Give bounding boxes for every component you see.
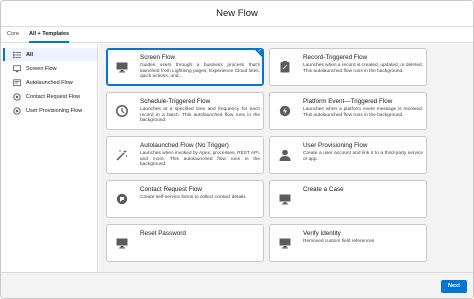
tab-core[interactable]: Core <box>7 27 19 43</box>
card-contact-request-flow[interactable]: Contact Request Flow Create self-service… <box>106 180 264 218</box>
card-description: Guides users through a business process … <box>140 63 260 80</box>
sidebar-item-label: Autolaunched Flow <box>26 79 73 86</box>
contact-request-icon <box>13 92 21 101</box>
card-schedule-triggered-flow[interactable]: Schedule-Triggered Flow Launches at a sp… <box>106 92 264 130</box>
sidebar-item-label: Screen Flow <box>26 65 57 72</box>
card-title: Verify Identity <box>303 230 341 237</box>
sidebar-item-contact-request-flow[interactable]: Contact Request Flow <box>3 90 97 103</box>
card-description: Launches at a specified time and frequen… <box>140 107 260 124</box>
platform-event-icon <box>279 105 291 117</box>
card-user-provisioning-flow[interactable]: User Provisioning Flow Create a user acc… <box>269 136 427 174</box>
sidebar-item-autolaunched-flow[interactable]: Autolaunched Flow <box>3 76 97 89</box>
modal-header: New Flow <box>1 1 473 27</box>
sidebar-item-label: Contact Request Flow <box>26 93 81 100</box>
card-title: Screen Flow <box>140 54 175 61</box>
card-title: Reset Password <box>140 230 186 237</box>
clock-icon <box>116 105 128 117</box>
monitor-icon <box>116 62 128 73</box>
card-autolaunched-flow-no-trigger[interactable]: Autolaunched Flow (No Trigger) Launches … <box>106 136 264 174</box>
monitor-icon <box>116 238 128 249</box>
sidebar-item-user-provisioning-flow[interactable]: User Provisioning Flow <box>3 104 97 117</box>
monitor-icon <box>279 194 291 205</box>
card-description: Create a user account and link it to a t… <box>303 151 423 162</box>
contact-request-icon <box>116 193 128 205</box>
next-button[interactable]: Next <box>441 280 467 293</box>
sidebar-item-all[interactable]: All <box>3 48 97 61</box>
user-provisioning-icon <box>13 106 21 115</box>
card-title: Create a Case <box>303 186 344 193</box>
sidebar-item-label: User Provisioning Flow <box>26 107 83 114</box>
modal-footer: Next <box>1 272 473 298</box>
sidebar-item-screen-flow[interactable]: Screen Flow <box>3 62 97 75</box>
user-icon <box>279 149 291 161</box>
screen-icon <box>13 64 21 72</box>
card-platform-event-triggered-flow[interactable]: Platform Event—Triggered Flow Launches w… <box>269 92 427 130</box>
card-title: User Provisioning Flow <box>303 142 368 149</box>
check-icon: ✓ <box>257 48 262 54</box>
card-description: Removed custom field references <box>303 239 375 244</box>
card-title: Schedule-Triggered Flow <box>140 98 211 105</box>
sidebar: All Screen Flow Autolaunched Flow Contac… <box>1 44 98 272</box>
modal-title: New Flow <box>216 8 258 19</box>
sidebar-item-label: All <box>26 51 34 58</box>
card-record-triggered-flow[interactable]: Record-Triggered Flow Launches when a re… <box>269 48 427 86</box>
card-title: Platform Event—Triggered Flow <box>303 98 393 105</box>
card-verify-identity[interactable]: Verify Identity Removed custom field ref… <box>269 224 427 262</box>
flow-template-grid: Screen Flow Guides users through a busin… <box>99 44 473 272</box>
magic-wand-icon <box>116 149 128 161</box>
card-description: Launches when invoked by Apex, processes… <box>140 151 260 168</box>
card-create-a-case[interactable]: Create a Case <box>269 180 427 218</box>
new-flow-modal: New Flow Core All + Templates All Screen… <box>0 0 474 299</box>
record-trigger-icon <box>280 61 290 73</box>
card-description: Launches when a platform event message i… <box>303 107 423 118</box>
card-description: Create self-service forms to collect con… <box>140 195 247 200</box>
card-title: Record-Triggered Flow <box>303 54 368 61</box>
card-screen-flow[interactable]: Screen Flow Guides users through a busin… <box>106 48 264 86</box>
card-reset-password[interactable]: Reset Password <box>106 224 264 262</box>
monitor-icon <box>279 238 291 249</box>
card-title: Contact Request Flow <box>140 186 202 193</box>
tab-all-templates[interactable]: All + Templates <box>29 27 70 43</box>
autolaunch-icon <box>13 78 21 86</box>
tab-bar: Core All + Templates <box>1 27 473 43</box>
card-description: Launches when a record is created, updat… <box>303 63 424 74</box>
list-icon <box>13 51 21 58</box>
card-title: Autolaunched Flow (No Trigger) <box>140 142 229 149</box>
